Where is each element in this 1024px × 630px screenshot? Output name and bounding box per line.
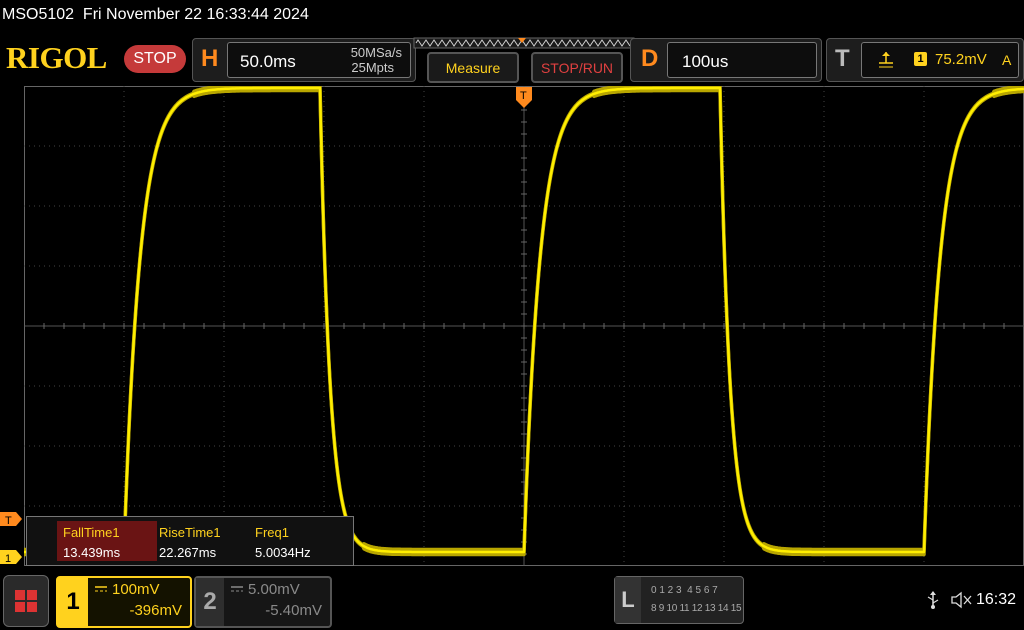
trigger-level: 75.2mV xyxy=(935,51,987,68)
delay-value: 100us xyxy=(682,52,729,71)
measurement-value-risetime: 22.267ms xyxy=(159,545,217,560)
trigger-edge-icon xyxy=(879,52,893,68)
channel1-number: 1 xyxy=(58,578,88,626)
waveform-display[interactable] xyxy=(24,86,1024,566)
channel1-scale: 100mV xyxy=(112,581,160,598)
channel2-panel[interactable]: 2 5.00mV -5.40mV xyxy=(194,576,332,628)
logic-panel[interactable]: L 0 1 2 3 4 5 6 7 8 9 10 11 12 13 14 15 xyxy=(614,576,744,624)
speaker-muted-icon[interactable] xyxy=(950,590,974,610)
channel1-offset: -396mV xyxy=(129,602,182,619)
channel1-panel[interactable]: 1 100mV -396mV xyxy=(56,576,192,628)
measure-button[interactable]: Measure xyxy=(427,52,519,83)
logic-letter: L xyxy=(615,577,641,623)
delay-letter: D xyxy=(641,45,659,72)
horizontal-panel[interactable]: H 50.0ms 50MSa/s 25Mpts xyxy=(192,38,416,82)
menu-grid-icon xyxy=(15,590,37,612)
memory-position-bar[interactable] xyxy=(412,36,636,52)
measurement-header-falltime: FallTime1 xyxy=(63,525,120,540)
horizontal-letter: H xyxy=(201,45,219,72)
usb-icon xyxy=(927,591,939,609)
memory-depth: 25Mpts xyxy=(351,60,394,75)
measurement-panel[interactable]: FallTime1 RiseTime1 Freq1 13.439ms 22.26… xyxy=(26,516,354,566)
run-state-badge[interactable]: STOP xyxy=(124,45,186,73)
rigol-logo: RIGOL xyxy=(6,40,107,75)
level-markers: T 1 xyxy=(0,512,22,565)
trigger-letter: T xyxy=(835,45,850,72)
graticule xyxy=(24,86,1024,566)
delay-panel[interactable]: D 100us xyxy=(630,38,822,82)
dc-coupling-icon xyxy=(95,586,107,592)
timebase-value: 50.0ms xyxy=(240,52,296,71)
trigger-time-marker: T xyxy=(516,87,532,108)
measurement-header-risetime: RiseTime1 xyxy=(159,525,221,540)
logic-channels-row2: 8 9 10 11 12 13 14 15 xyxy=(651,603,742,614)
measurement-header-freq: Freq1 xyxy=(255,525,289,540)
trigger-source-badge: 1 xyxy=(914,52,927,66)
channel2-number: 2 xyxy=(196,578,224,626)
sample-rate: 50MSa/s xyxy=(350,45,402,60)
window-title: MSO5102 Fri November 22 16:33:44 2024 xyxy=(2,6,309,23)
delay-box: 100us xyxy=(667,42,817,78)
trigger-panel[interactable]: T 1 75.2mV A xyxy=(826,38,1024,82)
clock-time: 16:32 xyxy=(976,591,1017,608)
trigger-level-marker-label: T xyxy=(5,515,12,527)
horizontal-values: 50.0ms 50MSa/s 25Mpts xyxy=(227,42,411,78)
trigger-time-marker-label: T xyxy=(520,90,527,102)
measurement-value-freq: 5.0034Hz xyxy=(255,545,311,560)
channel1-offset-marker-label: 1 xyxy=(5,553,11,565)
logic-channels-row1: 0 1 2 3 4 5 6 7 xyxy=(651,585,718,596)
measurement-value-falltime: 13.439ms xyxy=(63,545,121,560)
trigger-mode: A xyxy=(1002,52,1012,68)
dc-coupling-icon xyxy=(231,586,243,592)
channel2-offset: -5.40mV xyxy=(265,602,322,619)
stop-run-button[interactable]: STOP/RUN xyxy=(531,52,623,83)
menu-button[interactable] xyxy=(3,575,49,627)
channel2-scale: 5.00mV xyxy=(248,581,300,598)
trigger-box: 1 75.2mV A xyxy=(861,42,1019,78)
